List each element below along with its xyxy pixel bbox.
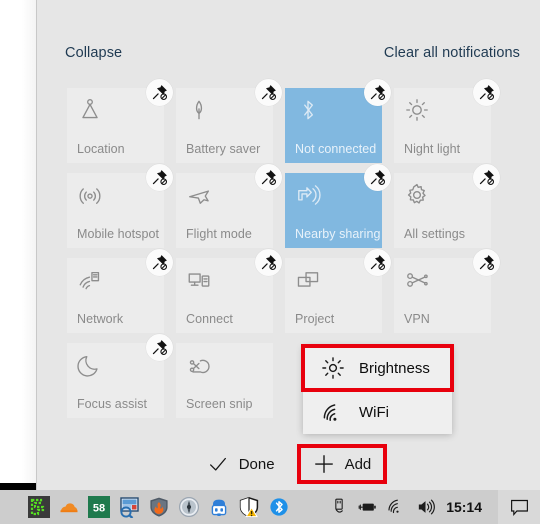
- quick-action-tile-connect[interactable]: Connect: [176, 249, 282, 333]
- taskbar-snake-game-icon[interactable]: [28, 496, 50, 518]
- notification-chat-icon: [509, 497, 530, 518]
- battery-saver-icon: [186, 97, 212, 123]
- popup-item-wifi[interactable]: WiFi: [303, 390, 452, 434]
- quick-action-tile-row: Network Connect Project VPN: [67, 249, 500, 333]
- quick-action-tile-all-settings[interactable]: All settings: [394, 164, 500, 248]
- system-tray: 15:14: [329, 490, 540, 524]
- done-label: Done: [238, 455, 275, 473]
- quick-action-tile-mobile-hotspot[interactable]: Mobile hotspot: [67, 164, 173, 248]
- nearby-sharing-icon: [295, 182, 321, 208]
- clear-all-notifications-link[interactable]: Clear all notifications: [384, 42, 520, 64]
- quick-action-tile-nearby-sharing[interactable]: Nearby sharing: [285, 164, 391, 248]
- volume-icon[interactable]: [416, 497, 436, 517]
- quick-action-tile-label: Connect: [186, 312, 233, 326]
- vpn-icon: [404, 267, 430, 293]
- quick-action-tile-label: Focus assist: [77, 397, 148, 411]
- taskbar-counter-badge-icon[interactable]: 58: [88, 496, 110, 518]
- location-icon: [77, 97, 103, 123]
- mobile-hotspot-icon: [77, 182, 103, 208]
- quick-action-tile-night-light[interactable]: Night light: [394, 79, 500, 163]
- brightness-icon: [321, 356, 345, 380]
- taskbar-firewall-icon[interactable]: [148, 496, 170, 518]
- quick-action-tile-label: VPN: [404, 312, 430, 326]
- wifi-icon: [321, 400, 345, 424]
- unpin-icon[interactable]: [473, 249, 500, 276]
- svg-text:58: 58: [93, 503, 105, 515]
- unpin-icon[interactable]: [473, 164, 500, 191]
- quick-action-tile-label: Network: [77, 312, 124, 326]
- popup-item-brightness[interactable]: Brightness: [301, 344, 454, 392]
- add-button[interactable]: Add: [296, 444, 388, 484]
- quick-action-tile-label: Night light: [404, 142, 461, 156]
- unpin-icon[interactable]: [146, 164, 173, 191]
- done-button[interactable]: Done: [195, 448, 287, 480]
- unpin-icon[interactable]: [146, 79, 173, 106]
- popup-item-label: Brightness: [359, 359, 430, 377]
- notification-center-button[interactable]: [498, 490, 540, 524]
- unpin-icon[interactable]: [364, 164, 391, 191]
- quick-action-tile-label: Flight mode: [186, 227, 252, 241]
- taskbar-cloud-icon[interactable]: [58, 496, 80, 518]
- quick-action-tile-network[interactable]: Network: [67, 249, 173, 333]
- battery-charging-icon[interactable]: [358, 497, 378, 517]
- add-quick-action-popup: Brightness WiFi: [301, 344, 454, 434]
- taskbar-screenshot-tool-icon[interactable]: [118, 496, 140, 518]
- unpin-icon[interactable]: [255, 79, 282, 106]
- taskbar-robot-icon[interactable]: [208, 496, 230, 518]
- plus-icon: [313, 453, 335, 475]
- unpin-icon[interactable]: [146, 334, 173, 361]
- quick-action-tile-battery-saver[interactable]: Battery saver: [176, 79, 282, 163]
- taskbar: 58 15:14: [0, 490, 540, 524]
- action-center-header: Collapse Clear all notifications: [37, 42, 540, 68]
- quick-action-tile-flight-mode[interactable]: Flight mode: [176, 164, 282, 248]
- quick-action-tile-label: Screen snip: [186, 397, 253, 411]
- screen-snip-icon: [186, 352, 212, 378]
- collapse-link[interactable]: Collapse: [65, 42, 122, 64]
- quick-action-tile-label: All settings: [404, 227, 466, 241]
- unpin-icon[interactable]: [364, 249, 391, 276]
- taskbar-shield-warning-icon[interactable]: [238, 496, 260, 518]
- quick-action-tile-not-connected[interactable]: Not connected: [285, 79, 391, 163]
- quick-action-tile-location[interactable]: Location: [67, 79, 173, 163]
- unpin-icon[interactable]: [473, 79, 500, 106]
- action-center-footer: Done Add: [37, 444, 540, 490]
- unpin-icon[interactable]: [255, 249, 282, 276]
- quick-action-tile-label: Nearby sharing: [295, 227, 381, 241]
- quick-action-tile-label: Mobile hotspot: [77, 227, 159, 241]
- add-label: Add: [344, 455, 372, 473]
- connect-icon: [186, 267, 212, 293]
- usb-eject-icon[interactable]: [329, 497, 349, 517]
- quick-action-tile-row: Location Battery saver Not connected Night …: [67, 79, 500, 163]
- taskbar-signal-tower-icon[interactable]: [178, 496, 200, 518]
- gear-icon: [404, 182, 430, 208]
- checkmark-icon: [207, 453, 229, 475]
- action-center-panel: Collapse Clear all notifications Locatio…: [36, 0, 540, 490]
- moon-icon: [77, 352, 103, 378]
- project-icon: [295, 267, 321, 293]
- desktop-background: [0, 0, 36, 490]
- unpin-icon[interactable]: [364, 79, 391, 106]
- quick-action-tile-screen-snip[interactable]: Screen snip: [176, 343, 273, 418]
- quick-action-tile-focus-assist[interactable]: Focus assist: [67, 334, 173, 418]
- taskbar-bluetooth-tray-icon[interactable]: [268, 496, 290, 518]
- quick-action-tile-project[interactable]: Project: [285, 249, 391, 333]
- unpin-icon[interactable]: [255, 164, 282, 191]
- quick-action-tile-label: Location: [77, 142, 125, 156]
- quick-action-tile-label: Battery saver: [186, 142, 261, 156]
- taskbar-clock[interactable]: 15:14: [446, 499, 482, 515]
- screen: Collapse Clear all notifications Locatio…: [0, 0, 540, 524]
- popup-item-label: WiFi: [359, 403, 389, 421]
- system-tray-icons: [329, 497, 436, 517]
- quick-action-tile-label: Not connected: [295, 142, 377, 156]
- airplane-icon: [186, 182, 212, 208]
- wifi-tray-icon[interactable]: [387, 497, 407, 517]
- quick-action-tile-vpn[interactable]: VPN: [394, 249, 500, 333]
- night-light-icon: [404, 97, 430, 123]
- quick-action-tile-row: Mobile hotspot Flight mode Nearby sharing A…: [67, 164, 500, 248]
- quick-action-tile-label: Project: [295, 312, 335, 326]
- bluetooth-icon: [295, 97, 321, 123]
- network-icon: [77, 267, 103, 293]
- unpin-icon[interactable]: [146, 249, 173, 276]
- taskbar-app-icons: 58: [28, 496, 290, 518]
